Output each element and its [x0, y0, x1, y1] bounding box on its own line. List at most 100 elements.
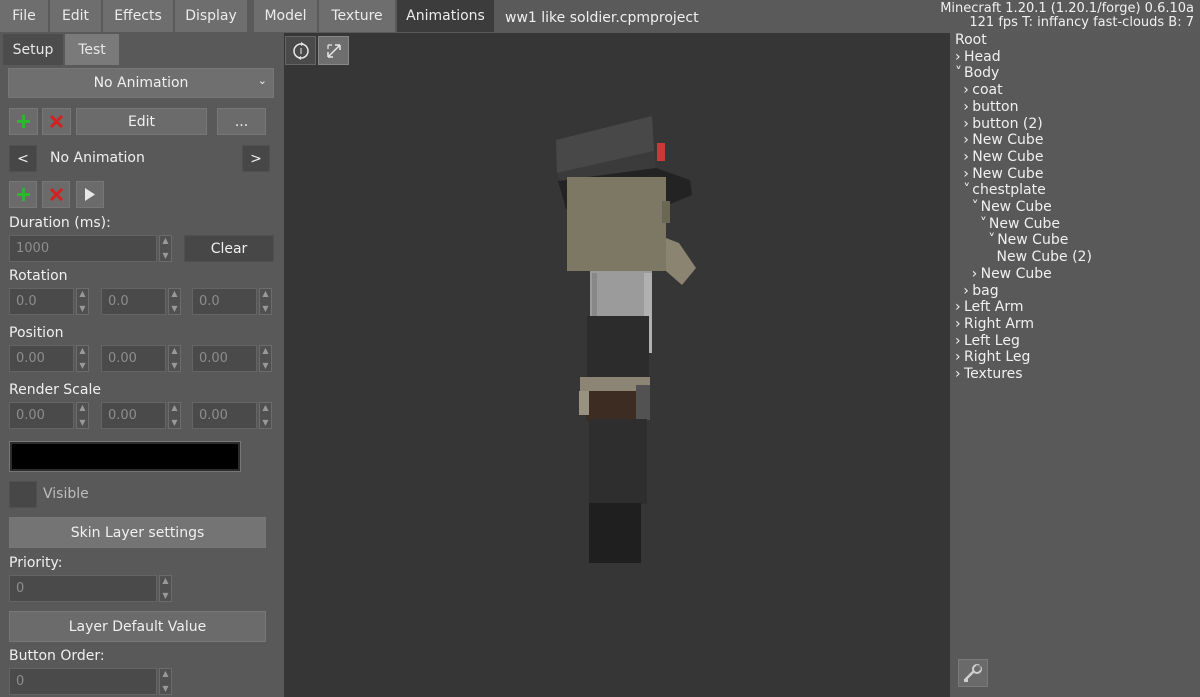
priority-spinner[interactable]: ▲ ▼: [159, 575, 172, 602]
play-button[interactable]: [76, 181, 104, 208]
priority-input[interactable]: 0: [9, 575, 157, 602]
tree-item[interactable]: › New Cube: [963, 166, 1043, 182]
position-y-input[interactable]: 0.00: [101, 345, 166, 372]
chevron-right-icon[interactable]: ›: [955, 316, 964, 332]
chevron-right-icon[interactable]: ›: [963, 166, 972, 182]
edit-animation-button[interactable]: Edit: [76, 108, 207, 135]
tree-item[interactable]: › Right Leg: [955, 349, 1030, 365]
head-side: [662, 201, 670, 223]
rotation-y-input[interactable]: 0.0: [101, 288, 166, 315]
chevron-right-icon[interactable]: ›: [963, 116, 972, 132]
soldier-model[interactable]: [284, 33, 950, 697]
tree-item[interactable]: › bag: [963, 283, 998, 299]
rotation-z-spinner[interactable]: ▲ ▼: [259, 288, 272, 315]
clear-button[interactable]: Clear: [184, 235, 274, 262]
tree-item-label: New Cube: [988, 215, 1061, 232]
rotation-x-input[interactable]: 0.0: [9, 288, 74, 315]
ear: [666, 238, 696, 285]
rotation-x-spinner[interactable]: ▲ ▼: [76, 288, 89, 315]
tree-tool-button[interactable]: [958, 659, 988, 687]
tree-item[interactable]: ˅ Body: [955, 65, 999, 81]
chevron-right-icon[interactable]: ›: [963, 149, 972, 165]
duration-input[interactable]: 1000: [9, 235, 157, 262]
chevron-right-icon[interactable]: ›: [963, 99, 972, 115]
tree-item-label: New Cube: [972, 165, 1044, 182]
chevron-down-icon[interactable]: ˅: [988, 232, 997, 248]
position-x-input[interactable]: 0.00: [9, 345, 74, 372]
remove-frame-button[interactable]: [42, 181, 70, 208]
scale-x-spinner[interactable]: ▲ ▼: [76, 402, 89, 429]
menu-edit[interactable]: Edit: [50, 0, 102, 32]
hat-badge: [657, 143, 665, 161]
x-icon: [49, 114, 64, 129]
color-picker[interactable]: [9, 441, 241, 472]
position-z-spinner[interactable]: ▲ ▼: [259, 345, 272, 372]
tree-item[interactable]: ˅ New Cube: [980, 216, 1060, 232]
tree-item[interactable]: › button: [963, 99, 1018, 115]
button-order-input[interactable]: 0: [9, 668, 157, 695]
chevron-down-icon[interactable]: ˅: [980, 216, 989, 232]
more-options-button[interactable]: ...: [217, 108, 266, 135]
tree-item[interactable]: › Left Arm: [955, 299, 1024, 315]
chevron-down-icon[interactable]: ˅: [963, 182, 972, 198]
next-frame-button[interactable]: >: [242, 145, 270, 172]
tree-item[interactable]: ˅ chestplate: [963, 182, 1045, 198]
tree-item[interactable]: › Left Leg: [955, 333, 1020, 349]
tab-setup[interactable]: Setup: [3, 34, 63, 65]
tree-item[interactable]: › Textures: [955, 366, 1023, 382]
chevron-right-icon[interactable]: ›: [963, 82, 972, 98]
animation-dropdown[interactable]: No Animation ⌄: [8, 68, 274, 98]
menu-animations[interactable]: Animations: [397, 0, 495, 32]
tree-item[interactable]: › New Cube: [963, 149, 1043, 165]
chevron-right-icon[interactable]: ›: [955, 49, 964, 65]
tree-item[interactable]: › button (2): [963, 116, 1042, 132]
layer-default-value-button[interactable]: Layer Default Value: [9, 611, 266, 642]
remove-animation-button[interactable]: [42, 108, 71, 135]
scale-y-spinner[interactable]: ▲ ▼: [168, 402, 181, 429]
menu-effects[interactable]: Effects: [103, 0, 174, 32]
tree-item-label: Textures: [964, 366, 1023, 382]
position-x-spinner[interactable]: ▲ ▼: [76, 345, 89, 372]
tree-item-label: New Cube: [997, 232, 1069, 249]
tab-test[interactable]: Test: [65, 34, 119, 65]
tree-item[interactable]: › New Cube: [972, 266, 1052, 282]
tree-item[interactable]: Root: [955, 32, 987, 48]
chevron-right-icon[interactable]: ›: [963, 132, 972, 148]
menu-file[interactable]: File: [0, 0, 49, 32]
chevron-down-icon[interactable]: ˅: [972, 199, 981, 215]
menu-model[interactable]: Model: [254, 0, 318, 32]
scale-x-input[interactable]: 0.00: [9, 402, 74, 429]
rotation-z-input[interactable]: 0.0: [192, 288, 257, 315]
add-frame-button[interactable]: [9, 181, 37, 208]
button-order-spinner[interactable]: ▲ ▼: [159, 668, 172, 695]
chevron-right-icon[interactable]: ›: [955, 299, 964, 315]
scale-z-spinner[interactable]: ▲ ▼: [259, 402, 272, 429]
tree-item[interactable]: New Cube (2): [997, 249, 1092, 265]
chevron-right-icon[interactable]: ›: [955, 333, 964, 349]
skin-layer-settings-button[interactable]: Skin Layer settings: [9, 517, 266, 548]
menu-display[interactable]: Display: [175, 0, 248, 32]
prev-frame-button[interactable]: <: [9, 145, 37, 172]
tree-item[interactable]: ˅ New Cube: [972, 199, 1052, 215]
chevron-right-icon[interactable]: ›: [963, 283, 972, 299]
chevron-down-icon[interactable]: ˅: [955, 65, 964, 81]
tree-item[interactable]: › Right Arm: [955, 316, 1034, 332]
visible-checkbox[interactable]: [9, 481, 37, 508]
tree-item[interactable]: › New Cube: [963, 132, 1043, 148]
rotation-y-spinner[interactable]: ▲ ▼: [168, 288, 181, 315]
menu-texture[interactable]: Texture: [319, 0, 396, 32]
tree-item[interactable]: › Head: [955, 49, 1001, 65]
scale-z-input[interactable]: 0.00: [192, 402, 257, 429]
chevron-right-icon[interactable]: ›: [955, 366, 964, 382]
duration-spinner[interactable]: ▲ ▼: [159, 235, 172, 262]
position-y-spinner[interactable]: ▲ ▼: [168, 345, 181, 372]
tree-item[interactable]: › coat: [963, 82, 1002, 98]
tree-item[interactable]: ˅ New Cube: [988, 232, 1068, 248]
tree-item-label: New Cube: [972, 148, 1044, 165]
scale-y-input[interactable]: 0.00: [101, 402, 166, 429]
chevron-right-icon[interactable]: ›: [972, 266, 981, 282]
chevron-right-icon[interactable]: ›: [955, 349, 964, 365]
tree-item-label: New Cube: [972, 132, 1044, 149]
position-z-input[interactable]: 0.00: [192, 345, 257, 372]
add-animation-button[interactable]: [9, 108, 38, 135]
